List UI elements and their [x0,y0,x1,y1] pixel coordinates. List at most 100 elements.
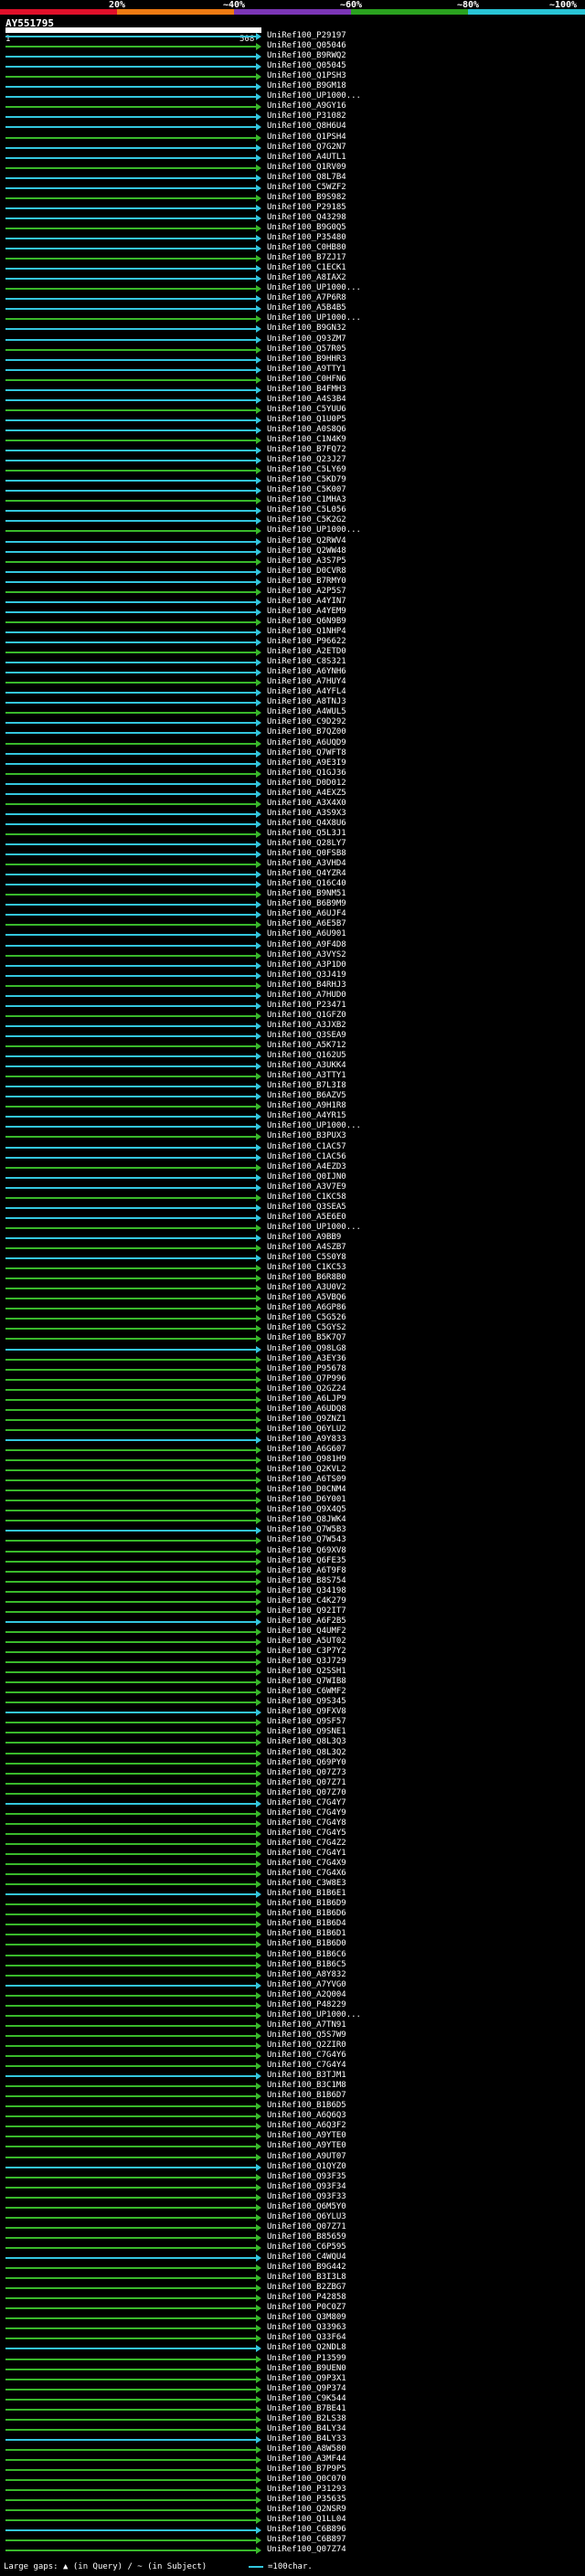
hit-label[interactable]: UniRef100_A6GP86 [267,1303,346,1313]
hit-label[interactable]: UniRef100_A6UJF4 [267,909,346,919]
hit-label[interactable]: UniRef100_Q1QYZ0 [267,2162,346,2172]
hit-label[interactable]: UniRef100_Q6FE35 [267,1556,346,1566]
hit-label[interactable]: UniRef100_P29197 [267,31,346,41]
hit-label[interactable]: UniRef100_A6G607 [267,1445,346,1455]
hit-label[interactable]: UniRef100_D6Y001 [267,1495,346,1505]
hit-label[interactable]: UniRef100_Q6N9B9 [267,617,346,627]
hit-label[interactable]: UniRef100_Q9FXV8 [267,1707,346,1717]
hit-label[interactable]: UniRef100_C7G4X9 [267,1859,346,1869]
hit-label[interactable]: UniRef100_Q1NHP4 [267,627,346,637]
hit-label[interactable]: UniRef100_B1B6D0 [267,1939,346,1949]
hit-label[interactable]: UniRef100_Q28LY7 [267,839,346,849]
hit-label[interactable]: UniRef100_B1B6C5 [267,1960,346,1970]
hit-label[interactable]: UniRef100_Q07Z70 [267,1788,346,1798]
hit-label[interactable]: UniRef100_B6AZV5 [267,1091,346,1101]
hit-label[interactable]: UniRef100_D0CVR8 [267,567,346,577]
hit-label[interactable]: UniRef100_A3JXB2 [267,1021,346,1031]
hit-label[interactable]: UniRef100_Q2ZIR0 [267,2041,346,2051]
hit-label[interactable]: UniRef100_Q93F34 [267,2182,346,2192]
hit-label[interactable]: UniRef100_A3TTY1 [267,1071,346,1081]
hit-label[interactable]: UniRef100_A5UT02 [267,1637,346,1647]
hit-label[interactable]: UniRef100_A9H1R8 [267,1101,346,1111]
hit-label[interactable]: UniRef100_A5B4B5 [267,303,346,313]
hit-label[interactable]: UniRef100_C1MHA3 [267,495,346,505]
hit-label[interactable]: UniRef100_C1KC53 [267,1263,346,1273]
hit-label[interactable]: UniRef100_P13599 [267,2354,346,2364]
hit-label[interactable]: UniRef100_B2ZBG7 [267,2283,346,2293]
hit-label[interactable]: UniRef100_B1B6E1 [267,1889,346,1899]
hit-label[interactable]: UniRef100_Q3J729 [267,1657,346,1667]
hit-label[interactable]: UniRef100_Q1PSH3 [267,71,346,81]
hit-label[interactable]: UniRef100_C5KD79 [267,475,346,485]
hit-label[interactable]: UniRef100_C3W8E3 [267,1879,346,1889]
hit-label[interactable]: UniRef100_P96622 [267,637,346,647]
hit-label[interactable]: UniRef100_P29185 [267,203,346,213]
hit-label[interactable]: UniRef100_B1B6D7 [267,2091,346,2101]
hit-label[interactable]: UniRef100_C5WZF2 [267,183,346,193]
hit-label[interactable]: UniRef100_A9F4D8 [267,940,346,950]
hit-label[interactable]: UniRef100_A3S9X3 [267,809,346,819]
hit-label[interactable]: UniRef100_Q07Z71 [267,1778,346,1788]
hit-label[interactable]: UniRef100_A8Y832 [267,1970,346,1980]
hit-label[interactable]: UniRef100_C9K544 [267,2394,346,2404]
hit-label[interactable]: UniRef100_B9GN32 [267,323,346,334]
hit-label[interactable]: UniRef100_Q23J27 [267,455,346,465]
hit-label[interactable]: UniRef100_A9E3I9 [267,758,346,769]
hit-label[interactable]: UniRef100_A3U0V2 [267,1283,346,1293]
hit-label[interactable]: UniRef100_C5K007 [267,485,346,495]
hit-label[interactable]: UniRef100_B9GM18 [267,81,346,91]
hit-label[interactable]: UniRef100_C0HFN6 [267,375,346,385]
hit-label[interactable]: UniRef100_B7BE41 [267,2404,346,2414]
hit-label[interactable]: UniRef100_P42858 [267,2293,346,2303]
hit-label[interactable]: UniRef100_C8S321 [267,657,346,667]
hit-label[interactable]: UniRef100_B4FMH3 [267,385,346,395]
hit-label[interactable]: UniRef100_A3UKK4 [267,1061,346,1071]
hit-label[interactable]: UniRef100_UP1000... [267,283,361,293]
hit-label[interactable]: UniRef100_A3VYS2 [267,950,346,960]
hit-label[interactable]: UniRef100_A6T9F8 [267,1566,346,1576]
hit-label[interactable]: UniRef100_C9D292 [267,717,346,727]
hit-label[interactable]: UniRef100_Q1GJ36 [267,769,346,779]
hit-label[interactable]: UniRef100_C7G4Y4 [267,2061,346,2071]
hit-label[interactable]: UniRef100_C1ECK1 [267,263,346,273]
hit-label[interactable]: UniRef100_A6TS09 [267,1475,346,1485]
hit-label[interactable]: UniRef100_Q9S345 [267,1697,346,1707]
hit-label[interactable]: UniRef100_B3C1M8 [267,2081,346,2091]
hit-label[interactable]: UniRef100_Q05046 [267,41,346,51]
hit-label[interactable]: UniRef100_B1B6D6 [267,1909,346,1919]
hit-label[interactable]: UniRef100_A9BB9 [267,1233,341,1243]
hit-label[interactable]: UniRef100_Q69XV8 [267,1546,346,1556]
hit-label[interactable]: UniRef100_Q7W543 [267,1535,346,1545]
hit-label[interactable]: UniRef100_B4LY33 [267,2434,346,2444]
hit-label[interactable]: UniRef100_D0CNM4 [267,1485,346,1495]
hit-label[interactable]: UniRef100_Q1PSH4 [267,133,346,143]
hit-label[interactable]: UniRef100_A5VBQ6 [267,1293,346,1303]
hit-label[interactable]: UniRef100_A6UDQ8 [267,1405,346,1415]
hit-label[interactable]: UniRef100_D0D012 [267,779,346,789]
hit-label[interactable]: UniRef100_B7L3I8 [267,1081,346,1091]
hit-label[interactable]: UniRef100_Q3J419 [267,970,346,981]
hit-label[interactable]: UniRef100_Q33963 [267,2323,346,2333]
hit-label[interactable]: UniRef100_A6Q3F2 [267,2121,346,2131]
hit-label[interactable]: UniRef100_C5LY69 [267,465,346,475]
hit-label[interactable]: UniRef100_C4WQU4 [267,2253,346,2263]
hit-label[interactable]: UniRef100_A8W580 [267,2444,346,2454]
hit-label[interactable]: UniRef100_Q8H6U4 [267,122,346,132]
hit-label[interactable]: UniRef100_Q1LL04 [267,2515,346,2525]
hit-label[interactable]: UniRef100_Q2NDL8 [267,2343,346,2353]
hit-label[interactable]: UniRef100_B1B6D9 [267,1899,346,1909]
hit-label[interactable]: UniRef100_Q9P374 [267,2384,346,2394]
hit-label[interactable]: UniRef100_Q8JWK4 [267,1515,346,1525]
hit-label[interactable]: UniRef100_C7G4X6 [267,1869,346,1879]
hit-label[interactable]: UniRef100_B9G442 [267,2263,346,2273]
hit-label[interactable]: UniRef100_UP1000... [267,313,361,323]
hit-label[interactable]: UniRef100_A2Q004 [267,1990,346,2000]
hit-label[interactable]: UniRef100_A9YTE0 [267,2131,346,2141]
hit-label[interactable]: UniRef100_C1AC57 [267,1142,346,1152]
hit-label[interactable]: UniRef100_A8TNJ3 [267,697,346,707]
hit-label[interactable]: UniRef100_Q3SEA5 [267,1203,346,1213]
hit-label[interactable]: UniRef100_P0C0Z7 [267,2303,346,2313]
hit-label[interactable]: UniRef100_A9YTE0 [267,2141,346,2151]
hit-label[interactable]: UniRef100_A3X4X0 [267,799,346,809]
hit-label[interactable]: UniRef100_B1B6D1 [267,1929,346,1939]
